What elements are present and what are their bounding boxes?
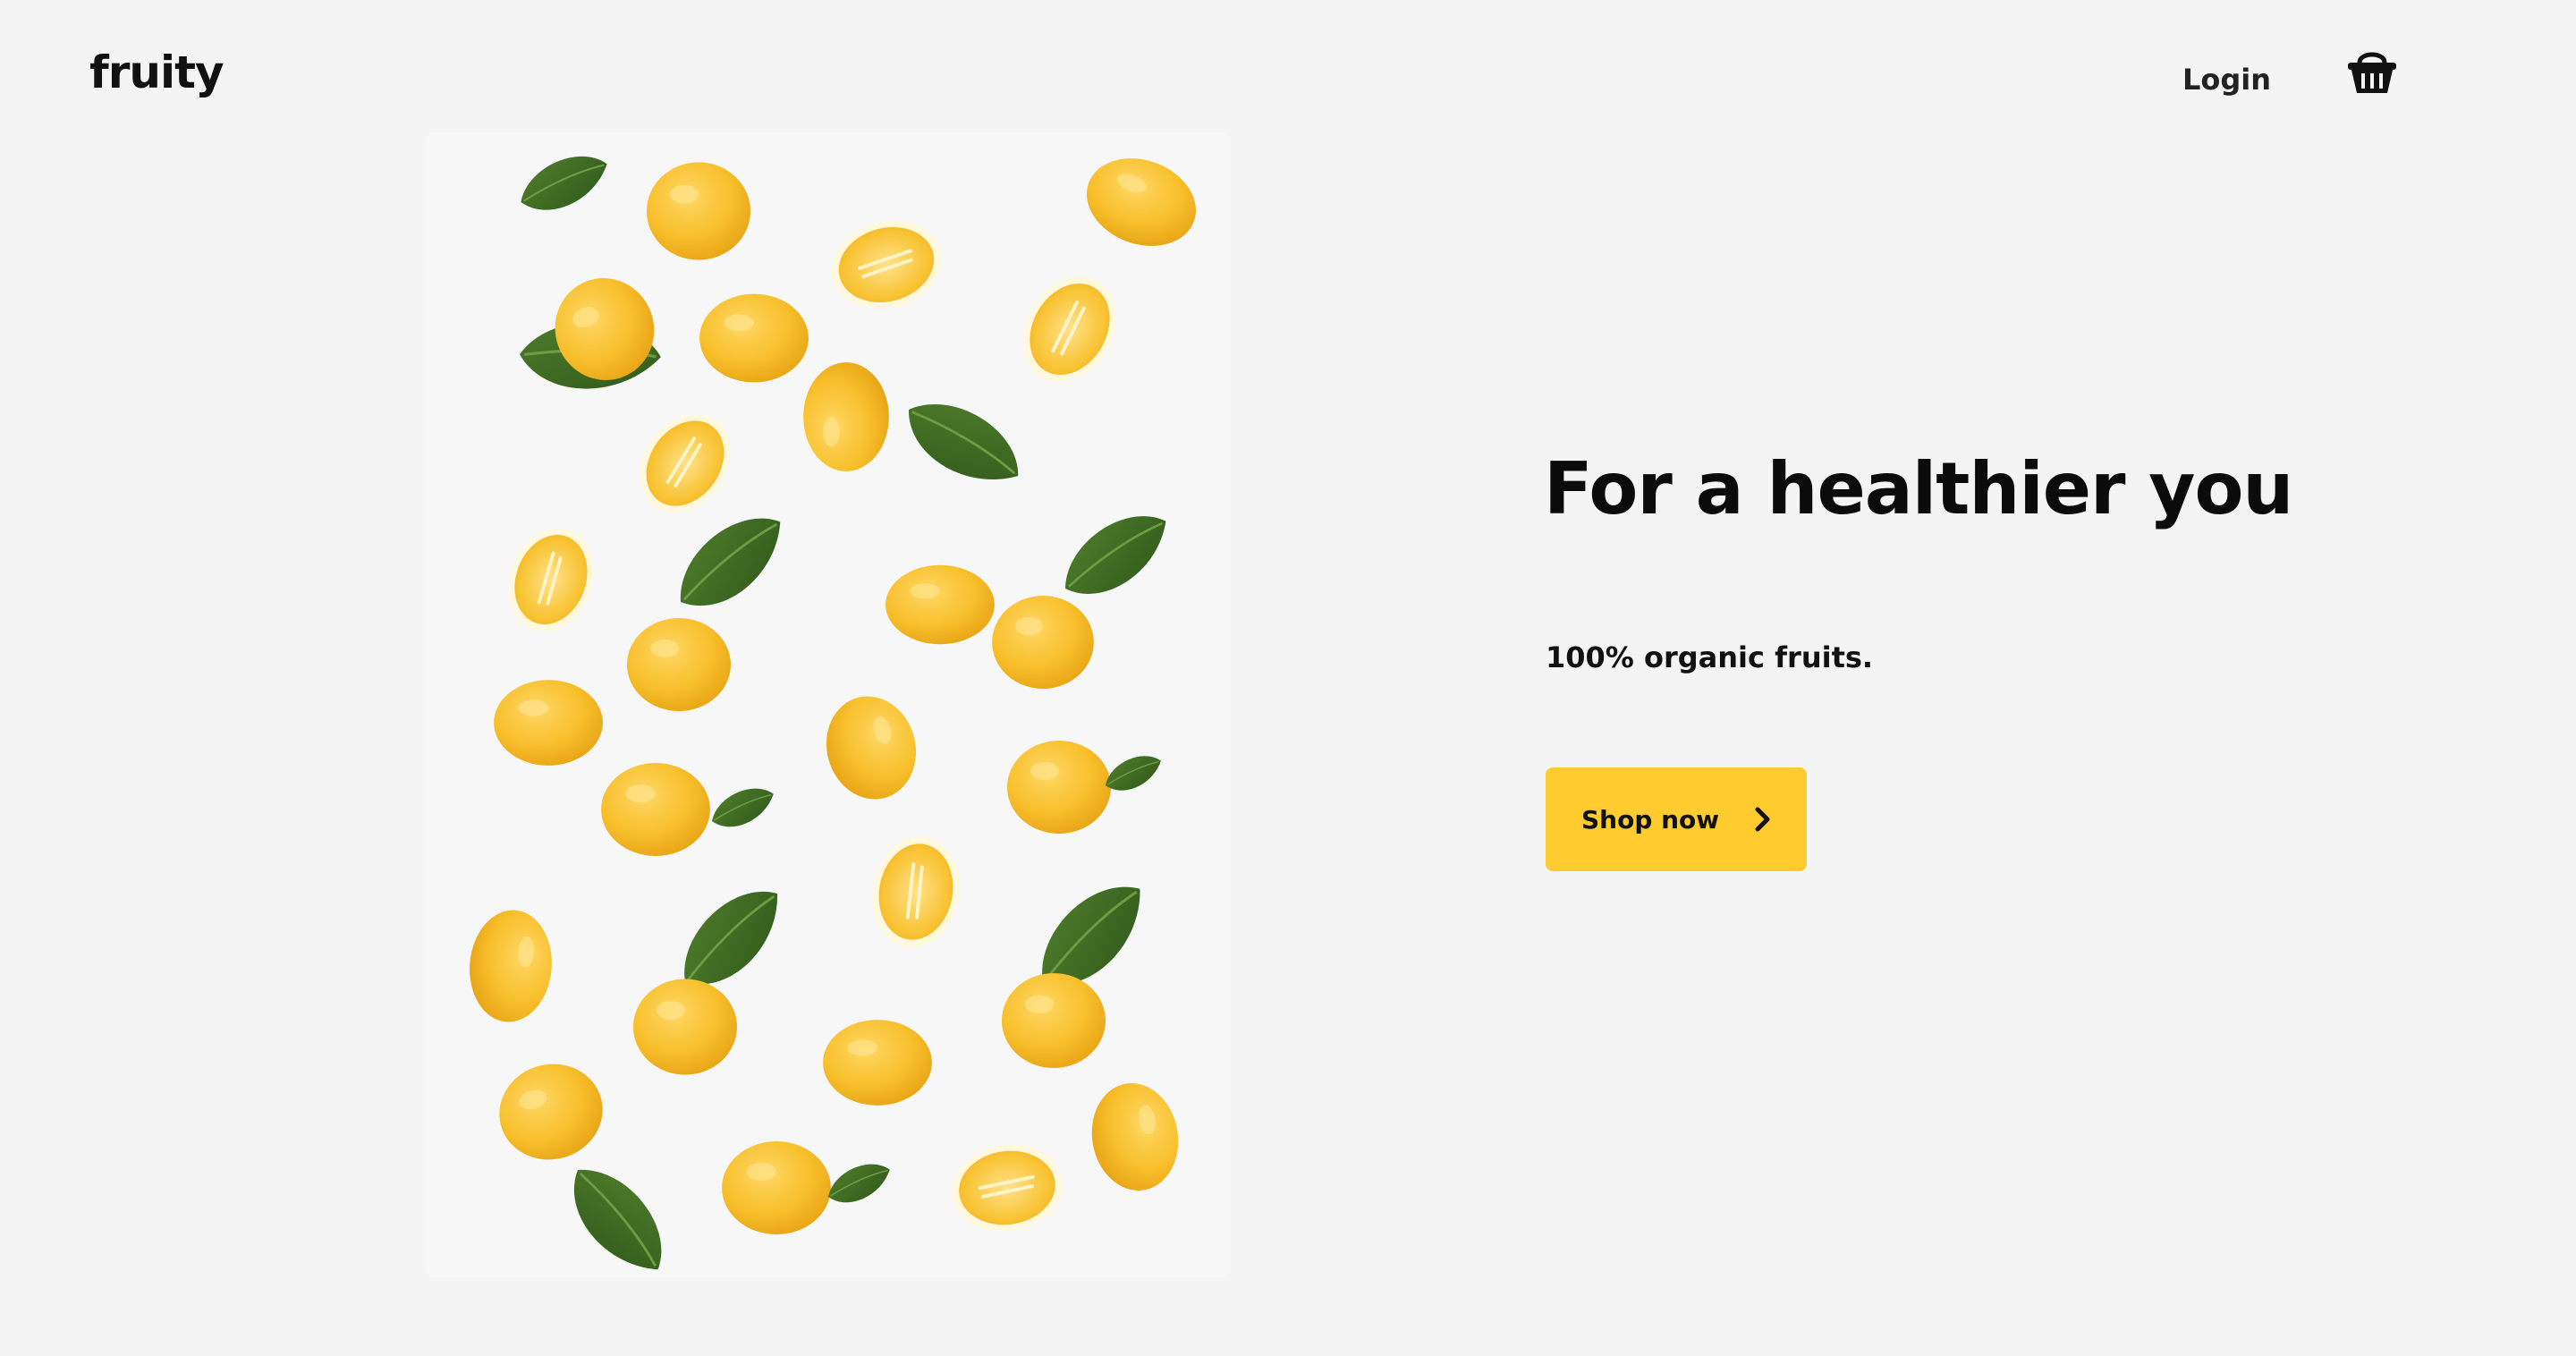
shop-now-button[interactable]: Shop now <box>1546 767 1807 871</box>
hero-headline: For a healthier you <box>1544 447 2293 530</box>
lemons-image <box>426 132 1231 1277</box>
shop-now-label: Shop now <box>1581 804 1720 835</box>
login-link[interactable]: Login <box>2182 63 2271 97</box>
brand-logo[interactable]: fruity <box>89 47 225 98</box>
chevron-right-icon <box>1755 807 1771 832</box>
basket-icon[interactable] <box>2345 47 2399 97</box>
hero-subline: 100% organic fruits. <box>1546 640 1874 674</box>
